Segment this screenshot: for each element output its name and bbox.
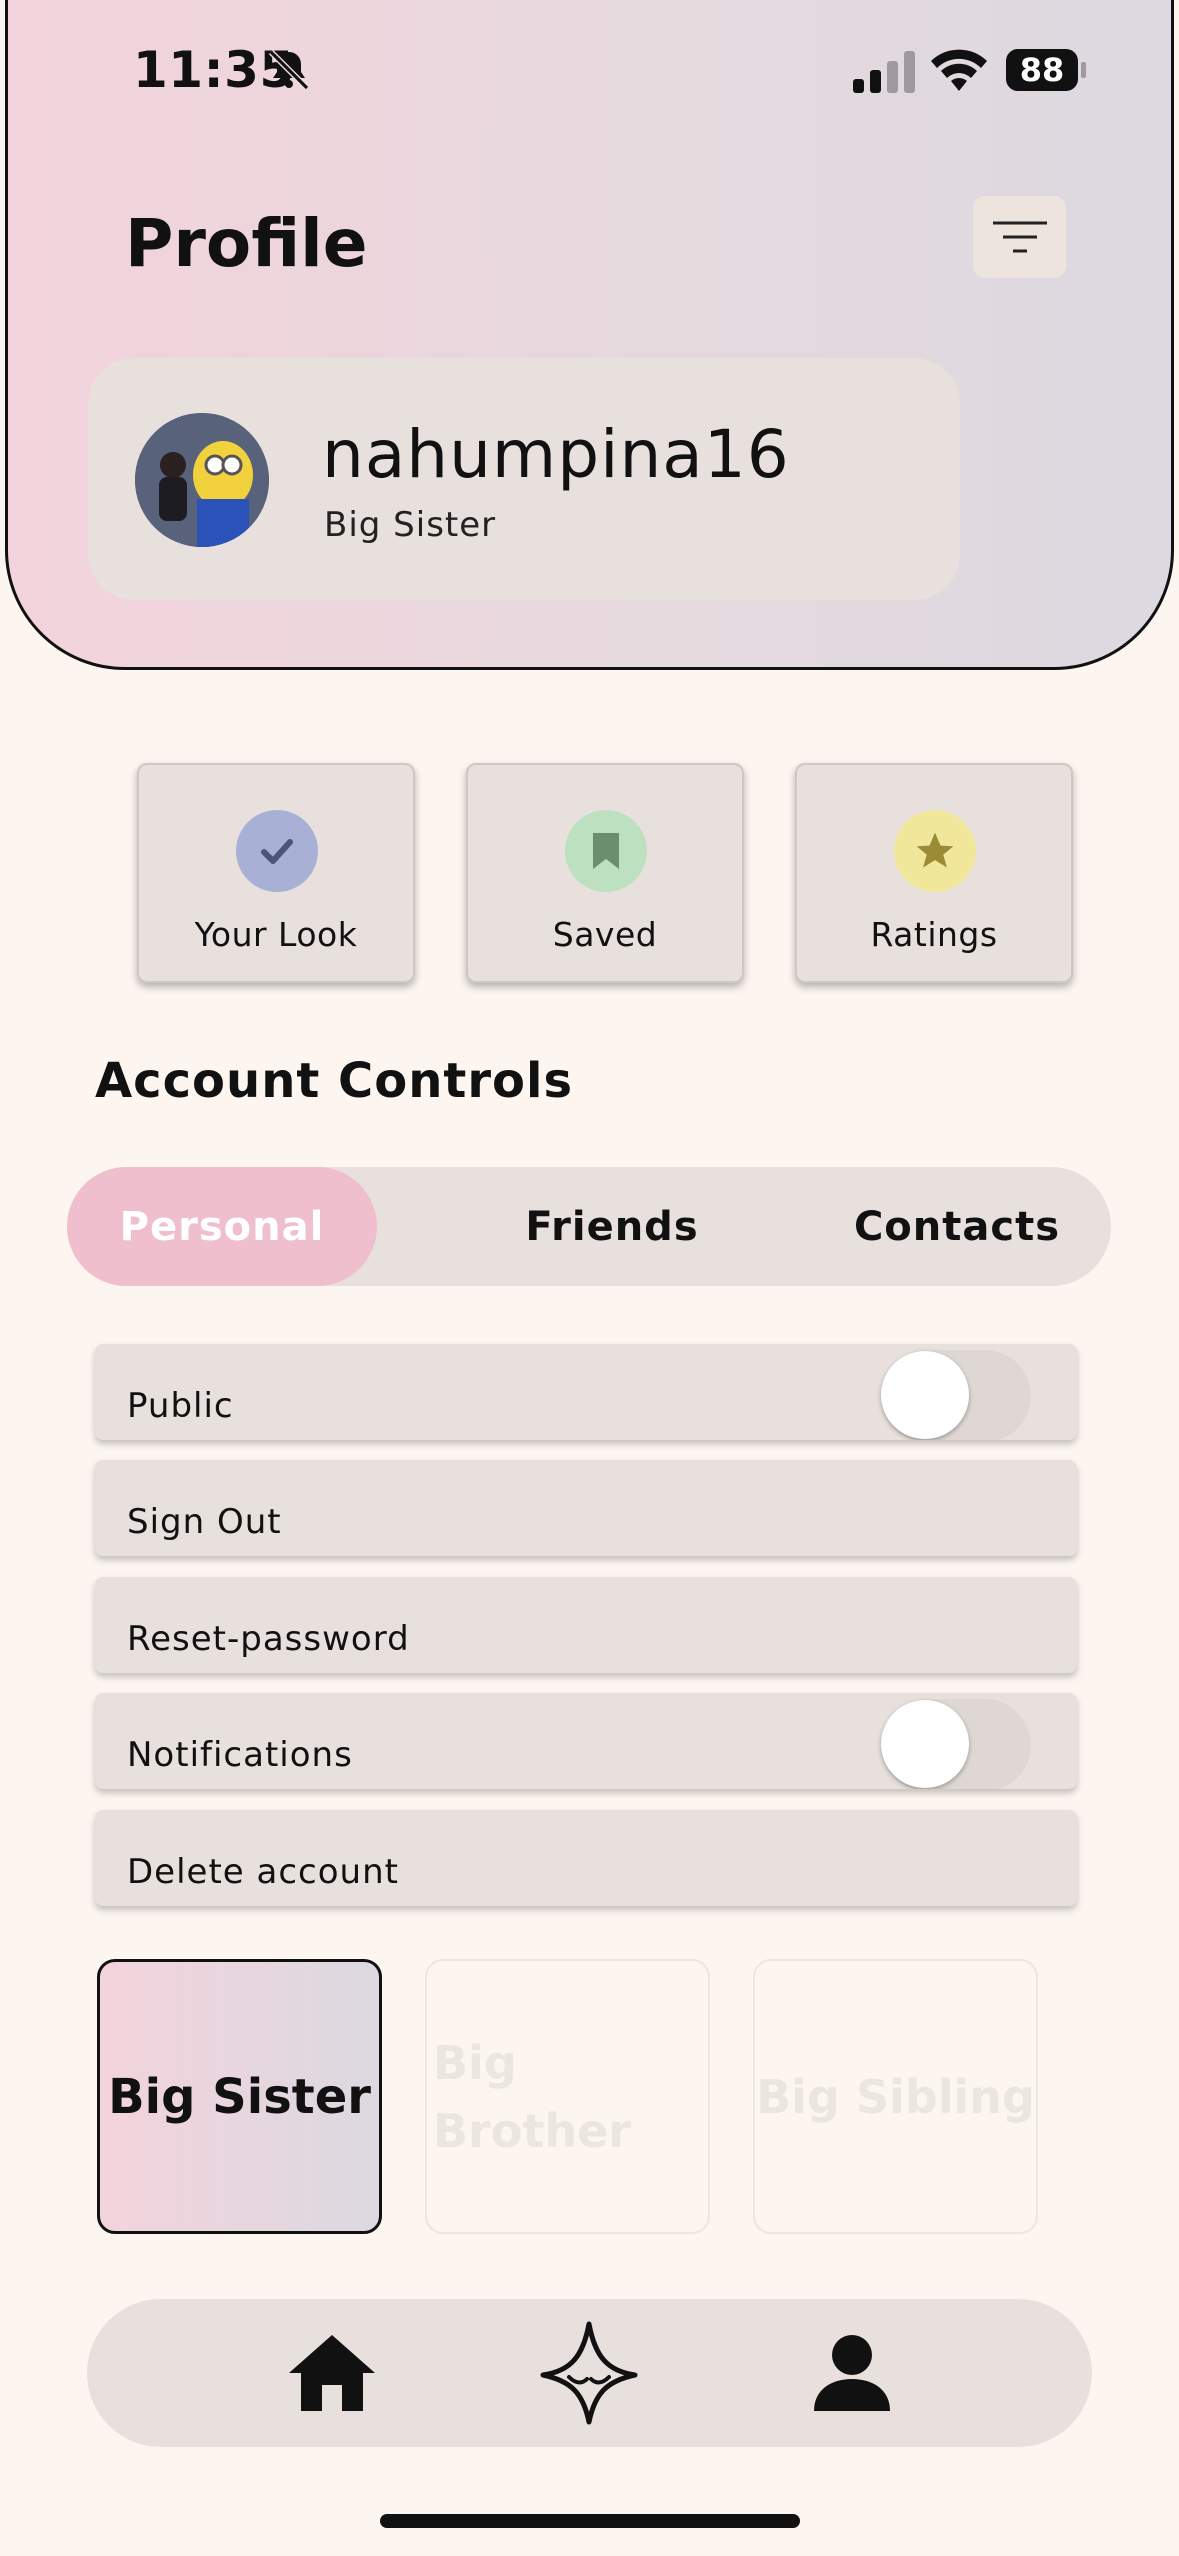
setting-row-notifications[interactable]: Notifications: [95, 1693, 1077, 1789]
role-option-big-brother[interactable]: Big Brother: [425, 1959, 710, 2234]
wifi-icon: [931, 49, 987, 91]
setting-label: Reset-password: [127, 1619, 410, 1659]
tab-contacts[interactable]: Contacts: [832, 1167, 1082, 1286]
account-controls-heading: Account Controls: [95, 1053, 574, 1109]
cellular-signal-icon: [853, 51, 915, 93]
notifications-toggle[interactable]: [881, 1699, 1031, 1789]
setting-row-reset-password[interactable]: Reset-password: [95, 1577, 1077, 1673]
setting-label: Notifications: [127, 1735, 353, 1775]
bell-muted-icon: [268, 49, 310, 91]
nav-home[interactable]: [282, 2323, 382, 2423]
setting-row-public[interactable]: Public: [95, 1344, 1077, 1440]
nav-explore[interactable]: [539, 2321, 639, 2425]
battery-level: 88: [1019, 51, 1065, 89]
role-option-big-sister[interactable]: Big Sister: [97, 1959, 382, 2234]
tile-label: Ratings: [870, 915, 998, 954]
tab-personal[interactable]: Personal: [67, 1167, 377, 1286]
setting-label: Public: [127, 1386, 234, 1426]
ratings-tile[interactable]: Ratings: [795, 763, 1073, 983]
profile-header: 11:35 88 Profile nahumpina16 Big Sister: [5, 0, 1174, 670]
bookmark-icon: [565, 810, 647, 892]
sparkle-logo-icon: [540, 2321, 638, 2425]
setting-row-delete-account[interactable]: Delete account: [95, 1810, 1077, 1906]
your-look-tile[interactable]: Your Look: [137, 763, 415, 983]
role-option-big-sibling[interactable]: Big Sibling: [753, 1959, 1038, 2234]
avatar[interactable]: [135, 413, 269, 547]
username: nahumpina16: [322, 416, 790, 493]
setting-row-sign-out[interactable]: Sign Out: [95, 1460, 1077, 1556]
setting-label: Delete account: [127, 1852, 399, 1892]
status-bar: 11:35 88: [8, 0, 1171, 153]
filter-icon: [992, 221, 1047, 253]
person-icon: [814, 2335, 890, 2411]
star-icon: [894, 810, 976, 892]
toggle-knob: [881, 1351, 969, 1439]
check-icon: [236, 810, 318, 892]
user-role: Big Sister: [324, 505, 497, 545]
filter-button[interactable]: [973, 196, 1066, 278]
tab-friends[interactable]: Friends: [467, 1167, 757, 1286]
home-indicator[interactable]: [380, 2514, 800, 2528]
tile-label: Saved: [552, 915, 658, 954]
page-title: Profile: [125, 205, 368, 282]
nav-profile[interactable]: [802, 2323, 902, 2423]
toggle-knob: [881, 1700, 969, 1788]
account-tabs: Personal Friends Contacts: [67, 1167, 1111, 1286]
user-card[interactable]: nahumpina16 Big Sister: [88, 358, 960, 600]
setting-label: Sign Out: [127, 1502, 282, 1542]
saved-tile[interactable]: Saved: [466, 763, 744, 983]
battery-icon: 88: [1005, 47, 1087, 93]
home-icon: [289, 2335, 375, 2411]
public-toggle[interactable]: [881, 1350, 1031, 1440]
bottom-nav: [87, 2299, 1092, 2447]
tile-label: Your Look: [194, 915, 358, 954]
